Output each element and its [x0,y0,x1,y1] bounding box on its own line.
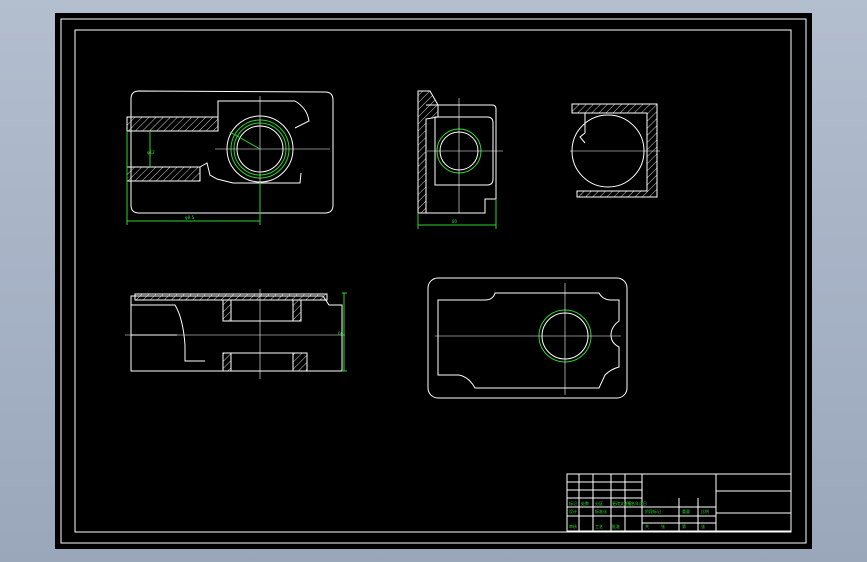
tb-process: 工艺 [595,524,603,529]
engineering-drawing: φ8.5 φ12 80 60 标记 处数 分区 更改文件号 签名 年月日 设计 … [60,18,807,544]
side-view: 80 [417,90,503,229]
tb-design: 设计 [569,508,577,514]
tb-approve: 批准 [612,523,620,529]
bottom-section-view: 60 [125,289,347,379]
title-block: 标记 处数 分区 更改文件号 签名 年月日 设计 标准化 阶段标记 重量 比例 … [566,473,792,532]
dim-front-height: φ12 [147,150,155,155]
tb-stage-mark: 阶段标记 [645,508,661,514]
tb-mark: 标记 [569,500,577,506]
cad-viewport[interactable]: φ8.5 φ12 80 60 标记 处数 分区 更改文件号 签名 年月日 设计 … [55,13,812,549]
tb-zone: 分区 [595,500,603,506]
dim-side-width: 80 [452,219,458,224]
dim-section-height: 60 [338,331,344,336]
dim-front-width: φ8.5 [185,215,194,220]
tb-sheets-2: 张 [701,523,705,529]
tb-weight: 重量 [682,508,690,514]
tb-date: 年月日 [635,500,647,506]
top-view [427,277,628,399]
tb-standard: 标准化 [595,508,607,514]
tb-total: 共 [645,523,649,529]
front-view: φ8.5 φ12 [126,90,334,225]
tb-scale: 比例 [701,508,709,514]
tb-sheets-1: 张 [661,523,665,529]
tb-review: 审核 [569,523,577,529]
tb-number: 第 [682,523,686,529]
tb-signature: 签名 [627,500,635,506]
tb-count: 处数 [581,500,589,506]
right-section-view [570,103,660,198]
